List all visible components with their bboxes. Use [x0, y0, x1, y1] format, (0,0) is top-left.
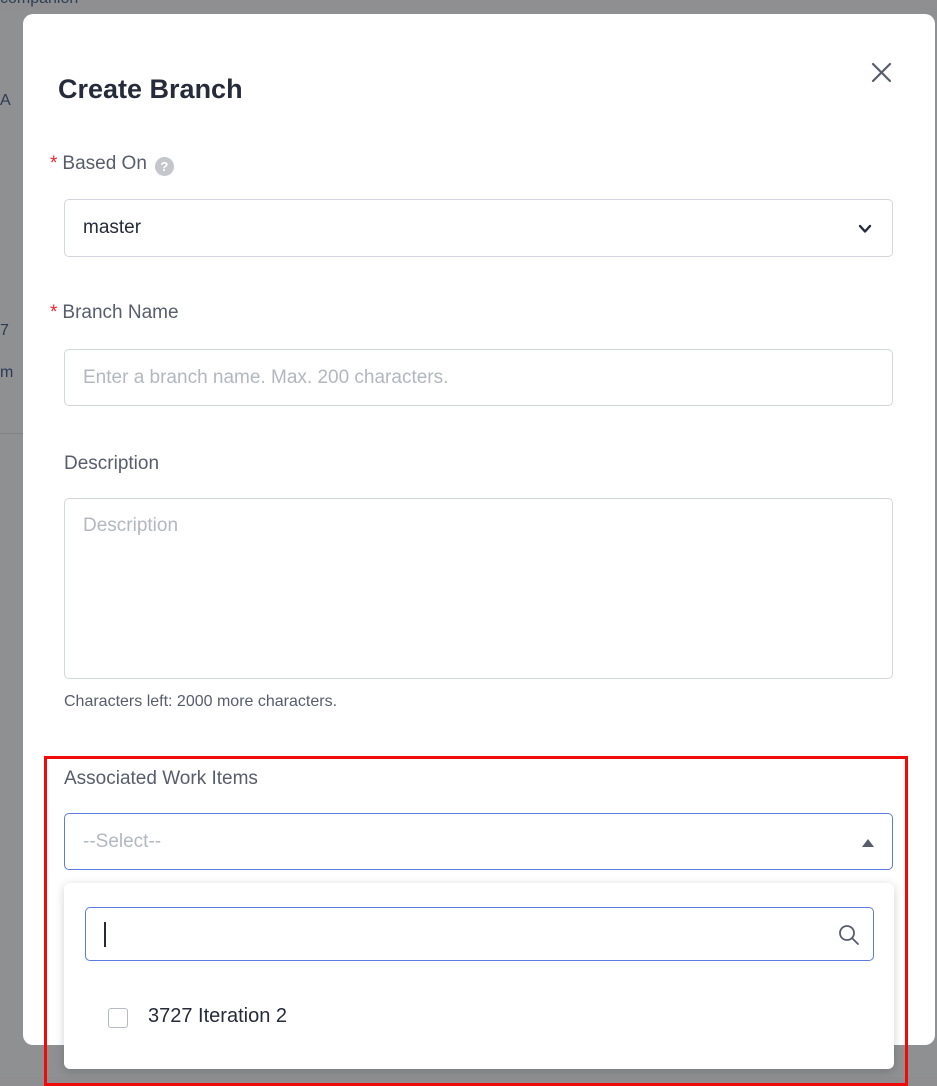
description-label: Description [64, 453, 160, 474]
branch-name-input[interactable]: Enter a branch name. Max. 200 characters… [64, 349, 893, 406]
associated-work-items-label: Associated Work Items [64, 768, 258, 789]
required-marker: * [50, 302, 58, 323]
based-on-select[interactable]: master [64, 199, 893, 257]
background-top-strip: companion [0, 0, 937, 10]
associated-work-items-placeholder: --Select-- [83, 831, 162, 852]
close-icon [871, 62, 892, 83]
background-edge-text: 7 [0, 322, 9, 339]
dialog-title: Create Branch [58, 74, 243, 104]
based-on-value: master [83, 217, 142, 238]
caret-up-icon [862, 839, 874, 847]
description-textarea[interactable]: Description [64, 498, 893, 679]
associated-work-items-select[interactable]: --Select-- [64, 813, 893, 870]
branch-name-placeholder: Enter a branch name. Max. 200 characters… [83, 367, 449, 388]
branch-name-label: * Branch Name [50, 302, 179, 324]
required-marker: * [50, 153, 58, 174]
branch-name-label-text: Branch Name [62, 302, 179, 323]
question-icon[interactable]: ? [154, 157, 174, 176]
description-placeholder: Description [83, 515, 179, 536]
background-edge-text: A [0, 92, 11, 109]
work-item-checkbox[interactable] [108, 1008, 128, 1028]
background-edge-text: m [0, 364, 14, 381]
search-icon[interactable] [837, 923, 861, 947]
characters-left-hint: Characters left: 2000 more characters. [64, 693, 338, 710]
based-on-label-text: Based On [62, 153, 147, 174]
work-item-option-label: 3727 Iteration 2 [148, 1005, 287, 1027]
text-cursor [104, 922, 106, 947]
background-text: companion [0, 0, 78, 8]
work-items-search-input[interactable] [85, 907, 874, 961]
based-on-label: * Based On? [50, 153, 174, 176]
chevron-down-icon [858, 224, 872, 233]
work-items-dropdown: 3727 Iteration 2 [64, 883, 894, 1069]
close-button[interactable] [866, 58, 896, 88]
